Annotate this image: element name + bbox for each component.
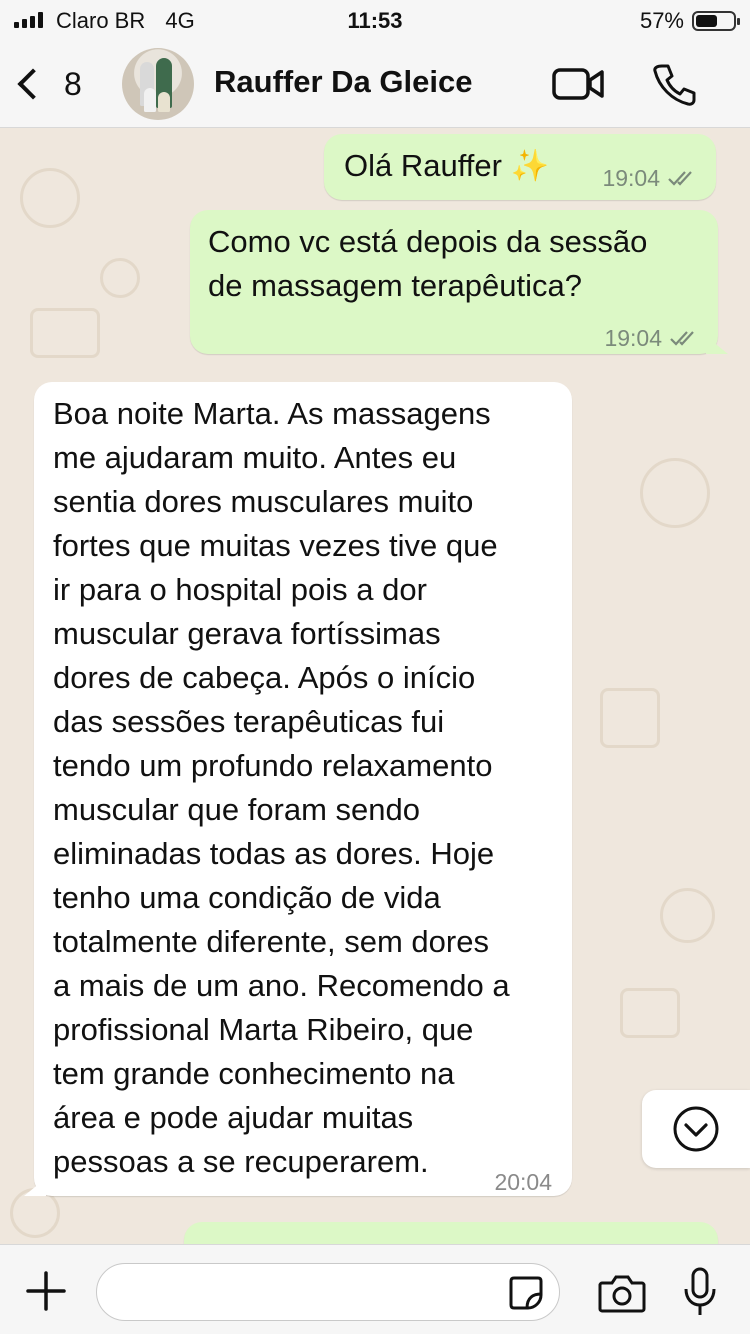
phone-icon[interactable] [652,62,696,106]
plus-icon[interactable] [26,1271,66,1311]
battery-icon [692,11,740,31]
message-line: dores de cabeça. Após o início [53,660,476,695]
message-text: Como vc está depois da sessão de massage… [208,220,647,308]
back-button[interactable]: 8 [14,60,82,108]
composer-bar [0,1244,750,1334]
status-bar: Claro BR 4G 11:53 57% [0,0,750,40]
camera-icon[interactable] [598,1273,646,1313]
message-line: sentia dores musculares muito [53,484,474,519]
message-line: eliminadas todas as dores. Hoje [53,836,495,871]
message-meta: 19:04 [604,316,700,360]
wallpaper-doodle [30,308,100,358]
wallpaper-doodle [20,168,80,228]
read-receipt-icon [670,331,694,346]
message-text: Olá Rauffer ✨ [344,148,550,183]
message-line: totalmente diferente, sem dores [53,924,489,959]
message-line: Boa noite Marta. As massagens [53,396,491,431]
wallpaper-doodle [660,888,715,943]
message-meta: 20:04 [494,1160,552,1204]
wallpaper-doodle [620,988,680,1038]
message-line: das sessões terapêuticas fui [53,704,445,739]
message-line: me ajudaram muito. Antes eu [53,440,457,475]
status-time: 11:53 [347,8,403,33]
chat-header: 8 Rauffer Da Gleice [0,40,750,128]
message-line: profissional Marta Ribeiro, que [53,1012,474,1047]
bubble-tail [706,336,728,354]
message-line: tenho uma condição de vida [53,880,441,915]
message-outgoing[interactable]: Como vc está depois da sessão de massage… [190,210,728,354]
bubble-tail [24,1178,46,1196]
message-line: tendo um profundo relaxamento [53,748,493,783]
message-input[interactable] [96,1263,560,1321]
message-time: 20:04 [494,1169,552,1195]
wallpaper-doodle [600,688,660,748]
read-receipt-icon [668,171,692,186]
message-meta: 19:04 [602,156,698,200]
message-line: Como vc está depois da sessão [208,224,648,259]
contact-name[interactable]: Rauffer Da Gleice [214,64,472,100]
message-line: muscular que foram sendo [53,792,421,827]
unread-chats-count: 8 [64,65,82,102]
chat-area[interactable]: Olá Rauffer ✨ 19:04 Como vc está depois … [0,128,750,1244]
sticker-icon[interactable] [508,1275,544,1311]
message-line: a mais de um ano. Recomendo a [53,968,510,1003]
chevron-down-circle-icon [673,1106,719,1152]
message-outgoing-partial[interactable] [184,1222,718,1244]
message-line: muscular gerava fortíssimas [53,616,441,651]
wallpaper-doodle [640,458,710,528]
scroll-to-bottom-button[interactable] [642,1090,750,1168]
message-incoming[interactable]: Boa noite Marta. As massagens me ajudaram… [24,382,572,1196]
video-camera-icon[interactable] [552,66,604,102]
battery-level-fill [696,15,717,27]
battery-percent: 57% [639,8,684,33]
message-line: pessoas a se recuperarem. [53,1144,429,1179]
chevron-left-icon [17,68,49,100]
microphone-icon[interactable] [682,1267,718,1319]
message-outgoing[interactable]: Olá Rauffer ✨ 19:04 [324,134,716,200]
avatar[interactable] [122,48,194,120]
wallpaper-doodle [100,258,140,298]
message-line: fortes que muitas vezes tive que [53,528,498,563]
message-time: 19:04 [604,325,662,351]
message-text: Boa noite Marta. As massagens me ajudaram… [53,392,510,1184]
message-time: 19:04 [602,165,660,191]
message-line: ir para o hospital pois a dor [53,572,427,607]
message-line: área e pode ajudar muitas [53,1100,414,1135]
message-line: de massagem terapêutica? [208,268,582,303]
message-line: tem grande conhecimento na [53,1056,455,1091]
